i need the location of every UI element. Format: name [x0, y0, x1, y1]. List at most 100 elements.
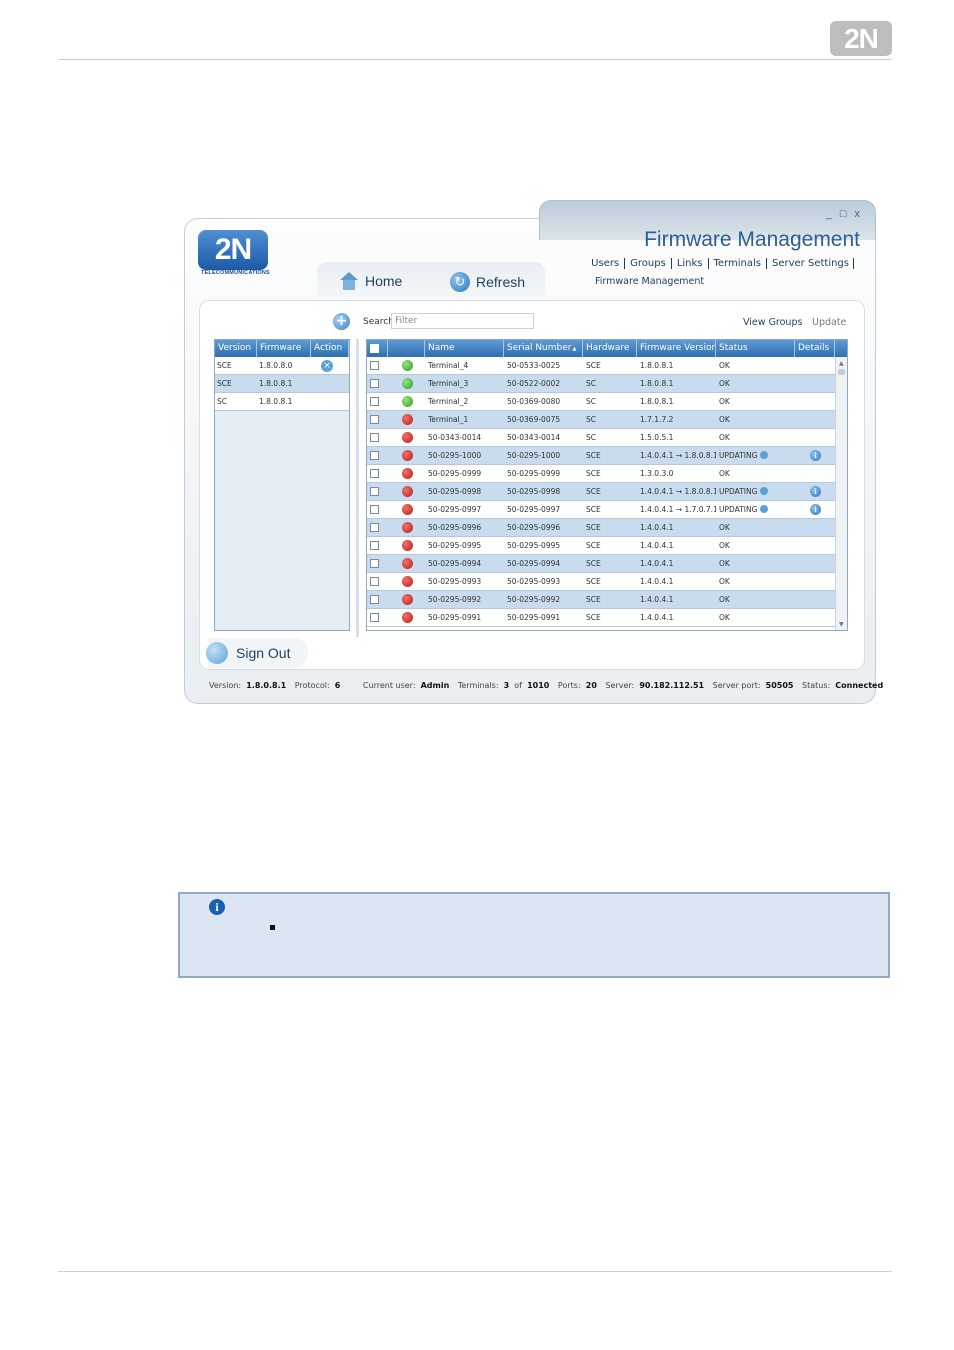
row-hardware: SCE: [586, 451, 601, 460]
scroll-thumb[interactable]: [838, 369, 845, 375]
row-select-cell: [367, 429, 388, 446]
row-checkbox[interactable]: [370, 577, 379, 586]
app-logo-subtext: TELECOMMUNICATIONS: [201, 270, 270, 276]
close-button[interactable]: x: [855, 208, 861, 220]
table-row[interactable]: 50-0295-0991 50-0295-0991 SCE 1.4.0.4.1 OK: [367, 609, 847, 627]
firmware-row[interactable]: SCE 1.8.0.8.1: [215, 375, 349, 393]
firmware-row[interactable]: SCE 1.8.0.8.0 ×: [215, 357, 349, 375]
table-row[interactable]: Terminal_2 50-0369-0080 SC 1.8.0.8.1 OK: [367, 393, 847, 411]
row-hardware: SC: [586, 379, 596, 388]
row-name: Terminal_4: [428, 361, 469, 370]
row-checkbox[interactable]: [370, 613, 379, 622]
row-firmware-version: 1.8.0.8.1: [640, 397, 674, 406]
panel-splitter[interactable]: [356, 339, 359, 637]
details-info-icon[interactable]: i: [810, 486, 821, 497]
row-hardware: SC: [586, 415, 596, 424]
select-all-checkbox[interactable]: [370, 344, 379, 353]
green-status-led-icon: [402, 360, 413, 371]
row-state-cell: [388, 537, 425, 554]
search-input[interactable]: [391, 313, 534, 329]
cancel-update-icon[interactable]: [760, 487, 769, 495]
column-state[interactable]: [388, 340, 425, 357]
lock-icon: [206, 642, 228, 664]
row-serial-number: 50-0369-0075: [507, 415, 561, 424]
table-row[interactable]: 50-0295-0992 50-0295-0992 SCE 1.4.0.4.1 OK: [367, 591, 847, 609]
table-row[interactable]: 50-0295-1000 50-0295-1000 SCE 1.4.0.4.1 → 1…: [367, 447, 847, 465]
home-icon: [339, 272, 359, 290]
table-row[interactable]: Terminal_4 50-0533-0025 SCE 1.8.0.8.1 OK: [367, 357, 847, 375]
nav-groups[interactable]: Groups: [625, 258, 672, 269]
status-ports: Ports: 20: [557, 681, 597, 690]
cancel-update-icon[interactable]: [760, 451, 769, 459]
delete-icon[interactable]: ×: [321, 360, 333, 372]
row-name: Terminal_2: [428, 397, 469, 406]
table-row[interactable]: 50-0295-0998 50-0295-0998 SCE 1.4.0.4.1 → 1…: [367, 483, 847, 501]
row-checkbox[interactable]: [370, 433, 379, 442]
column-action[interactable]: Action: [311, 340, 349, 357]
column-firmware[interactable]: Firmware: [257, 340, 311, 357]
red-status-led-icon: [402, 450, 413, 461]
nav-server-settings[interactable]: Server Settings: [767, 258, 854, 269]
refresh-button[interactable]: ↻ Refresh: [450, 272, 525, 292]
firmware-row-firmware: 1.8.0.8.0: [259, 361, 293, 370]
row-checkbox[interactable]: [370, 451, 379, 460]
update-button[interactable]: Update: [812, 317, 846, 328]
terminals-scrollbar[interactable]: ▲ ▼: [835, 357, 847, 630]
column-serial-number[interactable]: Serial Number▲: [504, 340, 583, 357]
row-checkbox[interactable]: [370, 415, 379, 424]
table-row[interactable]: 50-0295-0993 50-0295-0993 SCE 1.4.0.4.1 OK: [367, 573, 847, 591]
nav-terminals[interactable]: Terminals: [709, 258, 767, 269]
table-row[interactable]: 50-0295-0997 50-0295-0997 SCE 1.4.0.4.1 → 1…: [367, 501, 847, 519]
row-checkbox[interactable]: [370, 523, 379, 532]
nav-links[interactable]: Links: [672, 258, 709, 269]
firmware-row[interactable]: SC 1.8.0.8.1: [215, 393, 349, 411]
sign-out-button[interactable]: Sign Out: [206, 638, 308, 668]
column-hardware[interactable]: Hardware: [583, 340, 637, 357]
table-row[interactable]: 50-0343-0014 50-0343-0014 SC 1.5.0.5.1 OK: [367, 429, 847, 447]
scroll-down-icon[interactable]: ▼: [839, 621, 844, 628]
column-details[interactable]: Details: [795, 340, 835, 357]
column-version[interactable]: Version: [215, 340, 257, 357]
table-row[interactable]: 50-0295-0995 50-0295-0995 SCE 1.4.0.4.1 OK: [367, 537, 847, 555]
row-serial-number: 50-0295-0995: [507, 541, 561, 550]
sort-ascending-icon: ▲: [572, 346, 577, 352]
row-checkbox[interactable]: [370, 595, 379, 604]
table-row[interactable]: Terminal_1 50-0369-0075 SC 1.7.1.7.2 OK: [367, 411, 847, 429]
red-status-led-icon: [402, 522, 413, 533]
column-name[interactable]: Name: [425, 340, 504, 357]
row-checkbox[interactable]: [370, 361, 379, 370]
home-button[interactable]: Home: [339, 272, 402, 290]
row-checkbox[interactable]: [370, 379, 379, 388]
row-checkbox[interactable]: [370, 469, 379, 478]
row-checkbox[interactable]: [370, 505, 379, 514]
row-checkbox[interactable]: [370, 541, 379, 550]
add-firmware-icon[interactable]: +: [333, 313, 350, 330]
row-select-cell: [367, 411, 388, 428]
maximize-button[interactable]: □: [840, 208, 847, 220]
sub-nav-firmware-management[interactable]: Firmware Management: [595, 276, 704, 287]
cancel-update-icon[interactable]: [760, 505, 769, 513]
minimize-button[interactable]: _: [826, 208, 832, 220]
details-info-icon[interactable]: i: [810, 504, 821, 515]
row-checkbox[interactable]: [370, 559, 379, 568]
details-info-icon[interactable]: i: [810, 450, 821, 461]
row-status: OK: [716, 375, 795, 392]
nav-users[interactable]: Users: [586, 258, 626, 269]
table-row[interactable]: 50-0295-0999 50-0295-0999 SCE 1.3.0.3.0 OK: [367, 465, 847, 483]
row-hardware: SCE: [586, 523, 601, 532]
row-firmware-version: 1.5.0.5.1: [640, 433, 674, 442]
column-status[interactable]: Status: [716, 340, 795, 357]
table-row[interactable]: Terminal_3 50-0522-0002 SC 1.8.0.8.1 OK: [367, 375, 847, 393]
row-checkbox[interactable]: [370, 397, 379, 406]
row-status-text: OK: [719, 577, 730, 586]
row-checkbox[interactable]: [370, 487, 379, 496]
scroll-up-icon[interactable]: ▲: [839, 360, 844, 367]
column-firmware-version[interactable]: Firmware Version: [637, 340, 716, 357]
view-groups-button[interactable]: View Groups: [743, 317, 802, 328]
table-row[interactable]: 50-0295-0996 50-0295-0996 SCE 1.4.0.4.1 OK: [367, 519, 847, 537]
row-serial-number: 50-0295-0997: [507, 505, 561, 514]
table-row[interactable]: 50-0295-0994 50-0295-0994 SCE 1.4.0.4.1 OK: [367, 555, 847, 573]
row-name: 50-0295-0992: [428, 595, 482, 604]
row-state-cell: [388, 429, 425, 446]
row-details: [795, 537, 835, 554]
